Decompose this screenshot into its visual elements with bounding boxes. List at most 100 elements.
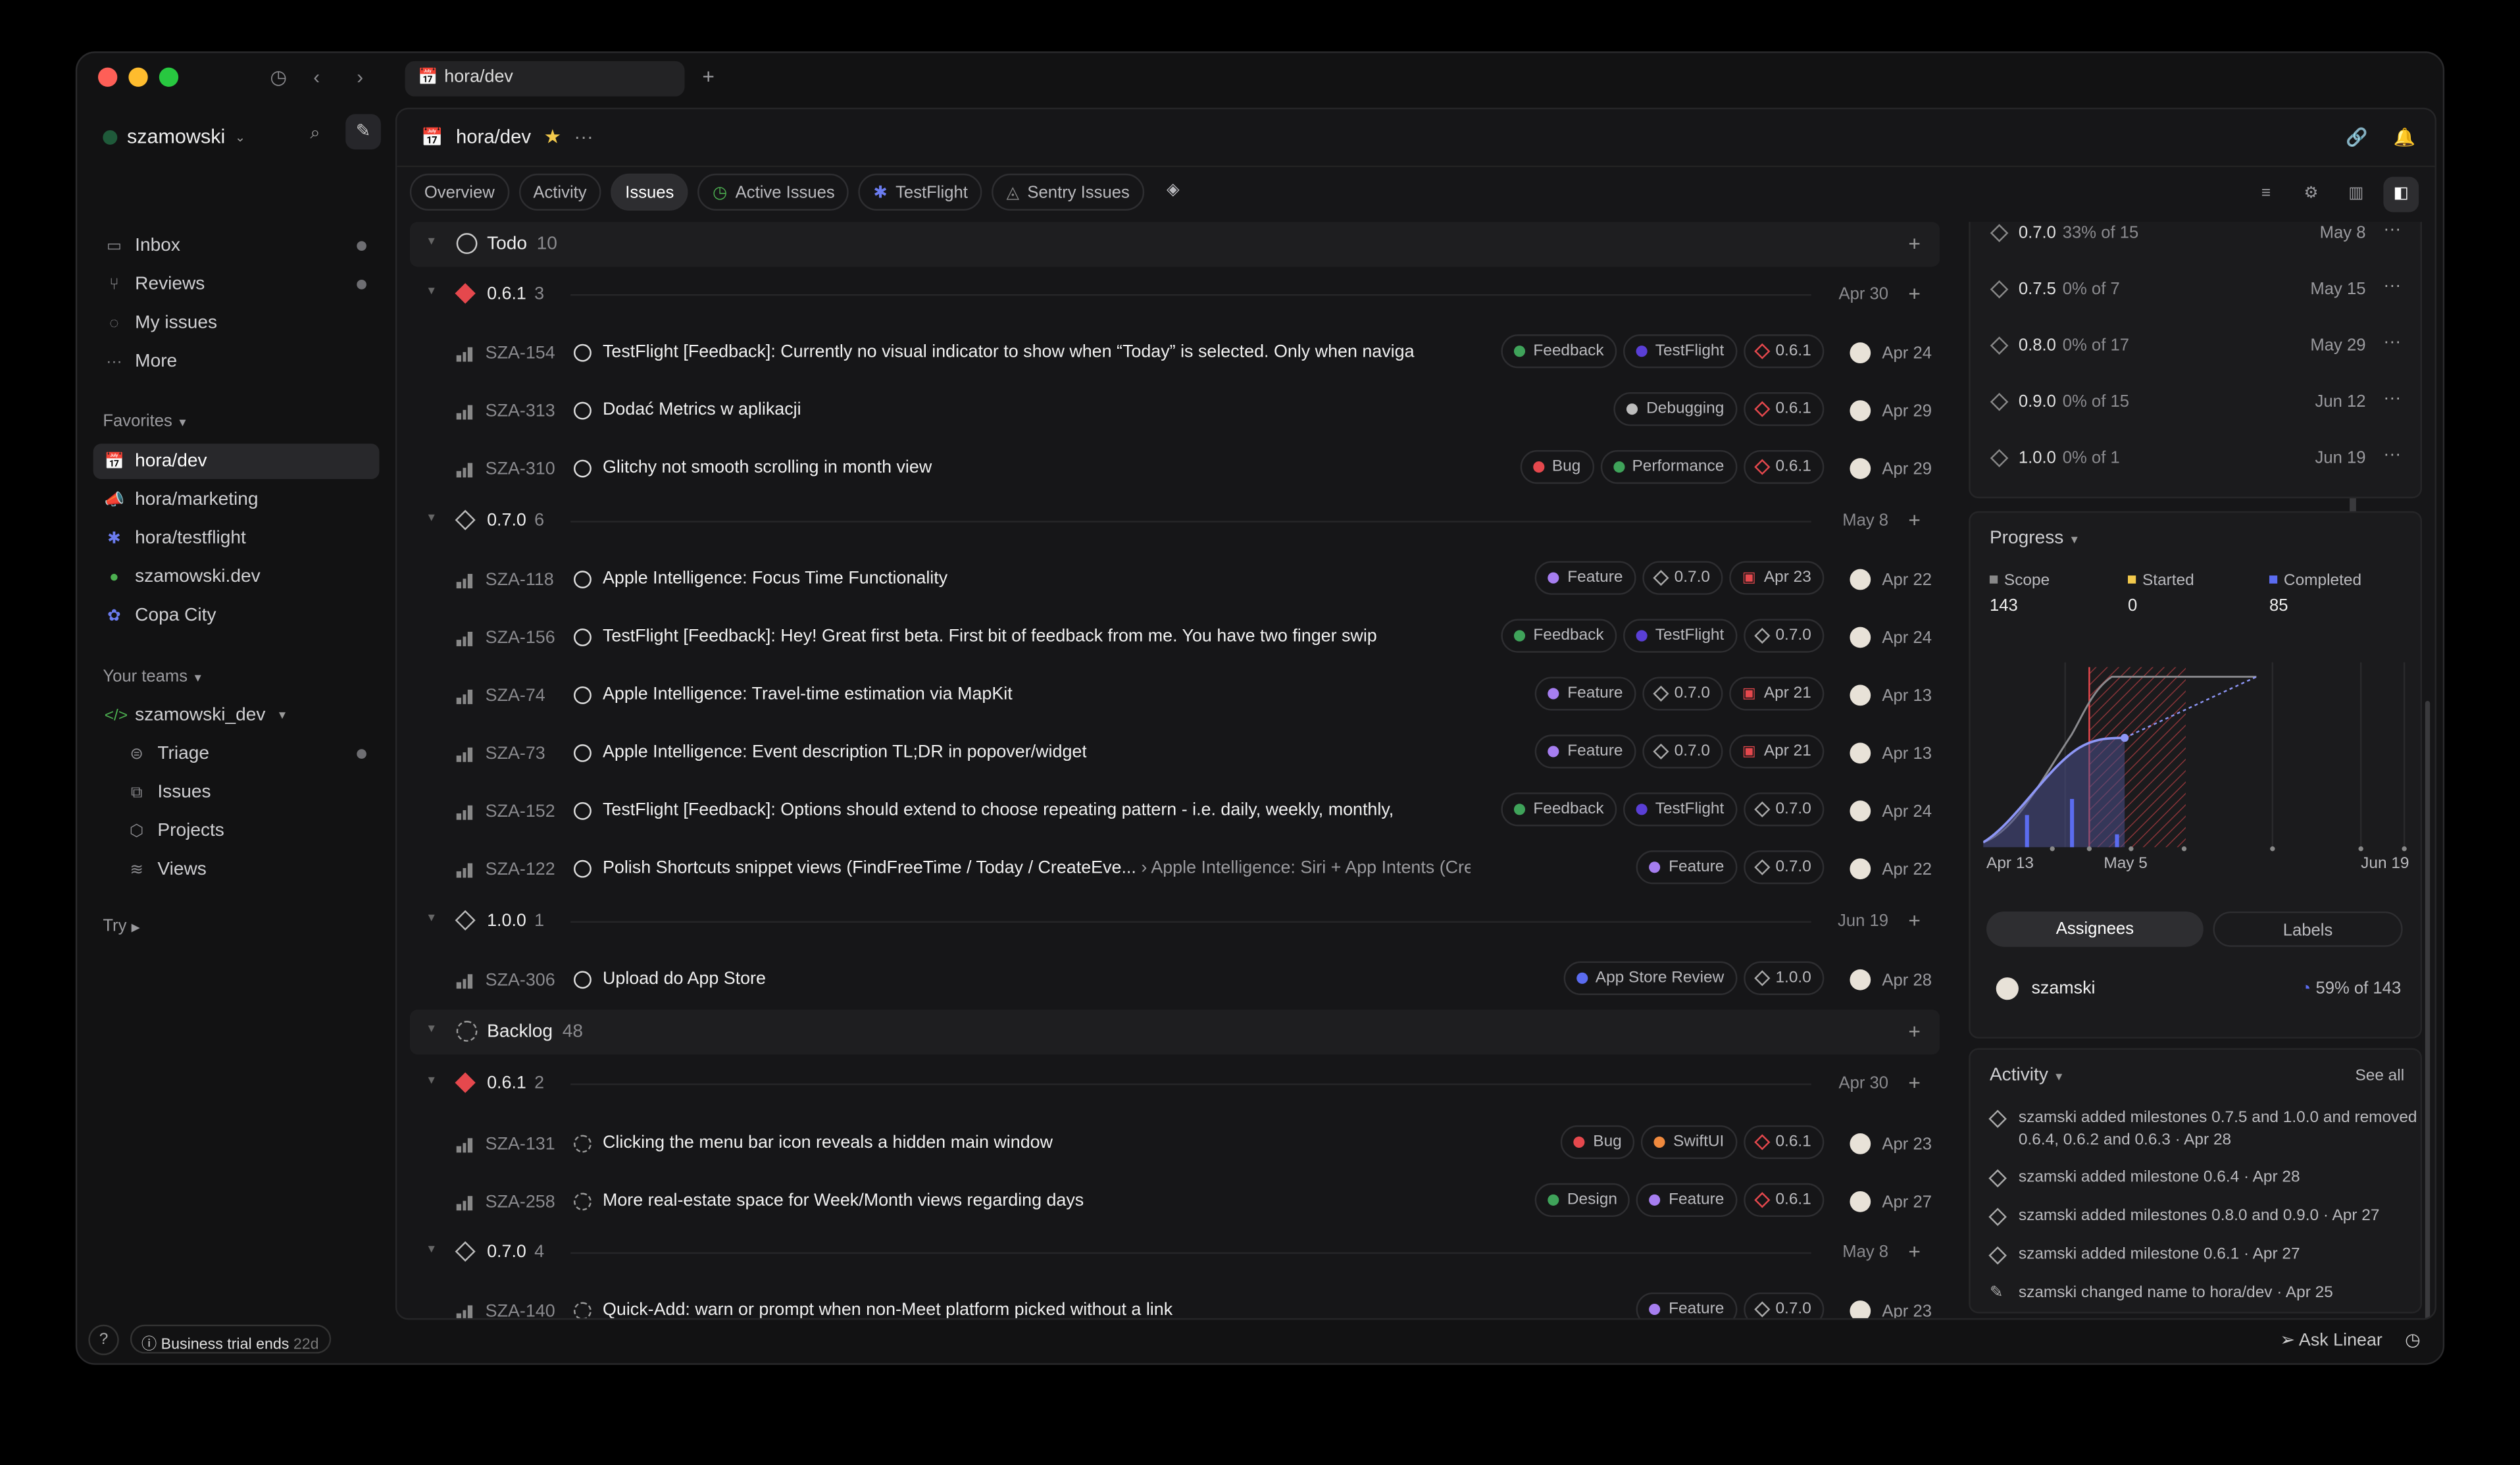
minimize-window-button[interactable] — [128, 67, 148, 87]
label-chip[interactable]: App Store Review — [1563, 961, 1737, 995]
avatar[interactable] — [1850, 569, 1871, 590]
tab-active-issues[interactable]: ◷ Active Issues — [698, 173, 849, 211]
milestone-group-header[interactable]: ▼ 0.6.1 3 Apr 30 + — [410, 272, 1940, 317]
add-issue-button[interactable]: + — [1908, 1239, 1921, 1264]
panel-scrollbar[interactable] — [2425, 700, 2431, 1318]
workspace-switcher[interactable]: szamowski ⌄ — [103, 126, 245, 148]
tab-overview[interactable]: Overview — [409, 173, 509, 211]
sidebar-toggle-icon[interactable]: ◧ — [2383, 176, 2419, 213]
labels-tab[interactable]: Labels — [2213, 911, 2403, 947]
favorite-hora-testflight[interactable]: ✱ hora/testflight — [93, 521, 380, 556]
team-item-triage[interactable]: ⊜ Triage — [116, 736, 380, 772]
zoom-window-button[interactable] — [159, 67, 179, 87]
priority-icon[interactable] — [456, 689, 472, 704]
milestone-group-header[interactable]: ▼ 1.0.0 1 Jun 19 + — [410, 898, 1940, 943]
issue-row[interactable]: SZA-154 TestFlight [Feedback]: Currently … — [410, 324, 1940, 382]
status-icon[interactable] — [574, 344, 592, 362]
label-chip[interactable]: Feature — [1636, 850, 1737, 885]
chevron-icon[interactable]: ▼ — [426, 513, 437, 524]
priority-icon[interactable] — [456, 1196, 472, 1211]
priority-icon[interactable] — [456, 863, 472, 878]
milestone-group-header[interactable]: ▼ 0.7.0 6 May 8 + — [410, 498, 1940, 543]
new-tab-button[interactable]: + — [702, 64, 715, 89]
tab-sentry-issues[interactable]: ◬ Sentry Issues — [992, 173, 1144, 211]
label-chip[interactable]: Feedback — [1501, 792, 1617, 827]
avatar[interactable] — [1850, 969, 1871, 990]
milestone-row[interactable]: 1.0.0 0% of 1 Jun 19 ··· — [1971, 432, 2424, 488]
add-issue-button[interactable]: + — [1908, 1071, 1921, 1095]
priority-icon[interactable] — [456, 1305, 472, 1318]
history-icon[interactable]: ◷ — [2405, 1329, 2420, 1350]
team-item-issues[interactable]: ⧉ Issues — [116, 775, 380, 810]
milestone-group-header[interactable]: ▼ 0.6.1 2 Apr 30 + — [410, 1061, 1940, 1106]
label-chip[interactable]: Bug — [1561, 1125, 1635, 1160]
milestone-chip[interactable]: 0.6.1 — [1743, 1125, 1825, 1160]
favorite-hora-marketing[interactable]: 📣 hora/marketing — [93, 482, 380, 518]
filter-icon[interactable]: ≡ — [2248, 177, 2284, 213]
chevron-icon[interactable]: ▼ — [426, 286, 437, 297]
issue-row[interactable]: SZA-258 More real-estate space for Week/M… — [410, 1173, 1940, 1231]
status-icon[interactable] — [574, 629, 592, 646]
avatar[interactable] — [1850, 400, 1871, 421]
team-item-views[interactable]: ≋ Views — [116, 852, 380, 888]
trial-badge[interactable]: ⓘ Business trial ends 22d — [130, 1324, 332, 1354]
add-issue-button[interactable]: + — [1908, 281, 1921, 305]
avatar[interactable] — [1850, 800, 1871, 822]
status-icon[interactable] — [574, 1135, 592, 1153]
issue-row[interactable]: SZA-118 Apple Intelligence: Focus Time Fu… — [410, 552, 1940, 609]
tab-testflight[interactable]: ✱ TestFlight — [859, 173, 982, 211]
milestone-chip[interactable]: 0.7.0 — [1743, 619, 1825, 653]
link-icon[interactable]: 🔗 — [2346, 127, 2367, 147]
status-icon[interactable] — [574, 686, 592, 704]
history-icon[interactable]: ◷ — [270, 66, 287, 88]
favorite-hora-dev[interactable]: 📅 hora/dev — [93, 444, 380, 479]
your-teams-header[interactable]: Your teams ▼ — [103, 667, 203, 686]
help-button[interactable]: ? — [88, 1324, 119, 1356]
star-icon[interactable]: ★ — [544, 126, 561, 148]
status-icon[interactable] — [574, 571, 592, 588]
priority-icon[interactable] — [456, 631, 472, 646]
milestone-group-header[interactable]: ▼ 0.7.0 4 May 8 + — [410, 1230, 1940, 1275]
avatar[interactable] — [1850, 342, 1871, 364]
issue-row[interactable]: SZA-156 TestFlight [Feedback]: Hey! Great… — [410, 609, 1940, 667]
label-chip[interactable]: Feedback — [1501, 619, 1617, 653]
avatar[interactable] — [1850, 1191, 1871, 1212]
favorite-szamowski-dev[interactable]: ● szamowski.dev — [93, 559, 380, 595]
tab-activity[interactable]: Activity — [518, 173, 601, 211]
priority-icon[interactable] — [456, 574, 472, 588]
issue-row[interactable]: SZA-74 Apple Intelligence: Travel-time es… — [410, 667, 1940, 725]
avatar[interactable] — [1850, 858, 1871, 880]
avatar[interactable] — [1850, 742, 1871, 764]
avatar[interactable] — [1850, 627, 1871, 648]
sidebar-item-inbox[interactable]: ▭ Inbox — [93, 228, 380, 264]
more-options-button[interactable]: ··· — [2383, 446, 2401, 465]
more-options-button[interactable]: ··· — [2383, 333, 2401, 352]
milestone-row[interactable]: 0.9.0 0% of 15 Jun 12 ··· — [1971, 376, 2424, 432]
add-issue-button[interactable]: + — [1908, 232, 1921, 256]
progress-dropdown[interactable]: Progress ▼ — [1990, 529, 2080, 548]
label-chip[interactable]: Design — [1535, 1183, 1630, 1218]
status-icon[interactable] — [574, 744, 592, 762]
label-chip[interactable]: Feature — [1636, 1183, 1737, 1218]
avatar[interactable] — [1850, 684, 1871, 706]
sidebar-item-more[interactable]: ··· More — [93, 344, 380, 380]
milestone-chip[interactable]: 0.6.1 — [1743, 1183, 1825, 1218]
issue-row[interactable]: SZA-310 Glitchy not smooth scrolling in m… — [410, 440, 1940, 498]
status-icon[interactable] — [574, 971, 592, 989]
status-icon[interactable] — [574, 860, 592, 878]
chevron-icon[interactable]: ▼ — [426, 1245, 437, 1256]
label-chip[interactable]: Performance — [1600, 450, 1737, 484]
sidebar-item-reviews[interactable]: ⑂ Reviews — [93, 267, 380, 302]
priority-icon[interactable] — [456, 974, 472, 989]
more-options-button[interactable]: ··· — [574, 126, 593, 148]
label-chip[interactable]: Feature — [1636, 1292, 1737, 1318]
chevron-icon[interactable]: ▼ — [426, 913, 437, 924]
milestone-chip[interactable]: 1.0.0 — [1743, 961, 1825, 995]
avatar[interactable] — [1850, 1133, 1871, 1154]
due-date-chip[interactable]: ▣ Apr 21 — [1729, 734, 1825, 769]
search-icon[interactable]: ⌕ — [310, 124, 320, 145]
milestone-chip[interactable]: 0.6.1 — [1743, 334, 1825, 369]
issue-row[interactable]: SZA-131 Clicking the menu bar icon reveal… — [410, 1116, 1940, 1173]
priority-icon[interactable] — [456, 1138, 472, 1153]
issue-row[interactable]: SZA-313 Dodać Metrics w aplikacji Debuggin… — [410, 382, 1940, 440]
